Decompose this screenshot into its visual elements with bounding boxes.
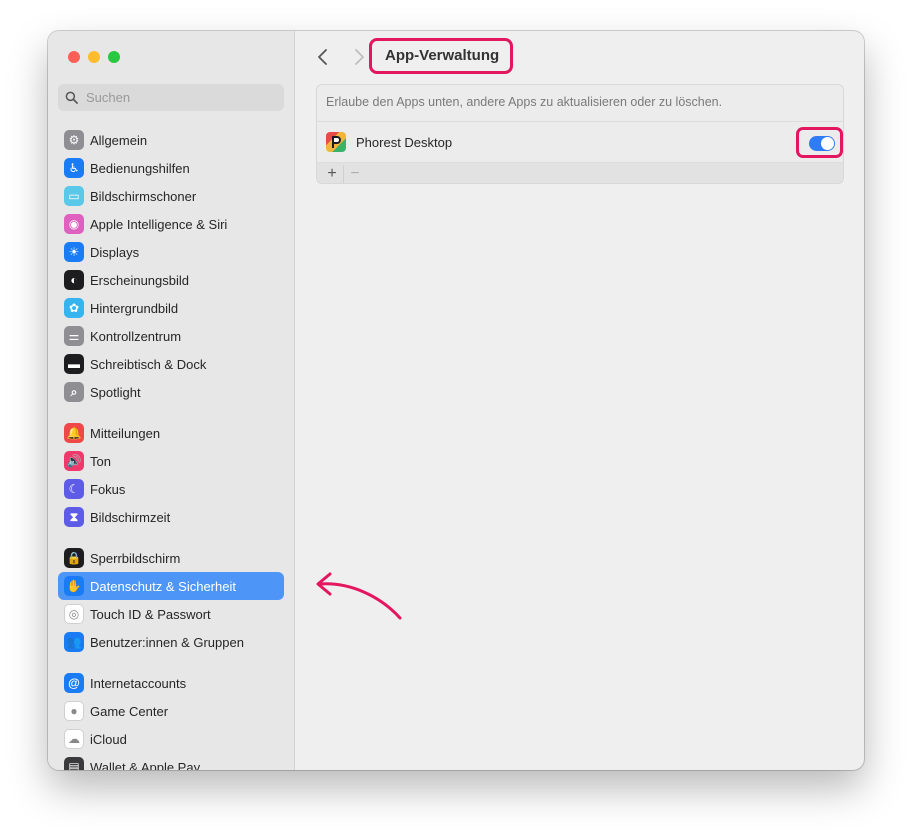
screensaver-icon: ▭	[64, 186, 84, 206]
sidebar-item[interactable]: ⚌ Kontrollzentrum	[58, 322, 284, 350]
sun-icon: ☀	[64, 242, 84, 262]
sidebar-item[interactable]: ☾ Fokus	[58, 475, 284, 503]
panel-description: Erlaube den Apps unten, andere Apps zu a…	[317, 85, 843, 122]
close-button[interactable]	[68, 51, 80, 63]
cloud-icon: ☁	[64, 729, 84, 749]
moon-icon: ☾	[64, 479, 84, 499]
flower-icon: ✿	[64, 298, 84, 318]
sidebar-item-label: Hintergrundbild	[90, 300, 179, 316]
sidebar-item-label: Game Center	[90, 703, 169, 719]
remove-button[interactable]: −	[343, 165, 366, 183]
sidebar-item-label: Spotlight	[90, 384, 141, 400]
sidebar-separator	[58, 656, 284, 669]
sidebar-item[interactable]: ⧗ Bildschirmzeit	[58, 503, 284, 531]
sidebar-item-label: Wallet & Apple Pay	[90, 759, 201, 771]
sidebar-item[interactable]: ♿ Bedienungshilfen	[58, 154, 284, 182]
sidebar-item[interactable]: ▭ Bildschirmschoner	[58, 182, 284, 210]
sidebar-item-label: Bildschirmzeit	[90, 509, 171, 525]
sidebar-item-label: Internetaccounts	[90, 675, 187, 691]
sidebar-item-label: Fokus	[90, 481, 126, 497]
accessibility-icon: ♿	[64, 158, 84, 178]
sidebar-item[interactable]: ✿ Hintergrundbild	[58, 294, 284, 322]
gear-icon: ⚙	[64, 130, 84, 150]
sidebar-separator	[58, 531, 284, 544]
sidebar-item-label: Touch ID & Passwort	[90, 606, 211, 622]
sidebar-item-label: Allgemein	[90, 132, 148, 148]
sidebar-item-label: Apple Intelligence & Siri	[90, 216, 228, 232]
switches-icon: ⚌	[64, 326, 84, 346]
sidebar-item-label: Bildschirmschoner	[90, 188, 197, 204]
search-field[interactable]	[58, 84, 284, 111]
users-icon: 👥	[64, 632, 84, 652]
sidebar-list: ⚙ Allgemein ♿ Bedienungshilfen ▭ Bildschirmsc…	[58, 126, 284, 770]
sidebar-item[interactable]: 🔔 Mitteilungen	[58, 419, 284, 447]
sidebar: ⚙ Allgemein ♿ Bedienungshilfen ▭ Bildschirmsc…	[48, 31, 295, 770]
minimize-button[interactable]	[88, 51, 100, 63]
search-icon	[65, 91, 78, 104]
appearance-icon: ◐	[64, 270, 84, 290]
wallet-icon: ▤	[64, 757, 84, 770]
page-title: App-Verwaltung	[385, 47, 500, 64]
sidebar-item[interactable]: ◐ Erscheinungsbild	[58, 266, 284, 294]
sidebar-item-label: Ton	[90, 453, 111, 469]
sidebar-item[interactable]: ☀ Displays	[58, 238, 284, 266]
window-controls	[68, 51, 120, 63]
add-button[interactable]: +	[321, 165, 343, 183]
sidebar-item-label: Benutzer:innen & Gruppen	[90, 634, 244, 650]
app-name: Phorest Desktop	[356, 134, 453, 150]
sidebar-item-label: Mitteilungen	[90, 425, 161, 441]
lock-icon: 🔒	[64, 548, 84, 568]
sidebar-item-label: iCloud	[90, 731, 127, 747]
sidebar-item[interactable]: ☁ iCloud	[58, 725, 284, 753]
add-remove-bar: + −	[317, 163, 843, 183]
at-icon: @	[64, 673, 84, 693]
search-input[interactable]	[84, 89, 268, 106]
sidebar-item-label: Kontrollzentrum	[90, 328, 182, 344]
sidebar-item-label: Datenschutz & Sicherheit	[90, 578, 236, 594]
sidebar-separator	[58, 406, 284, 419]
sidebar-item[interactable]: 🔒 Sperrbildschirm	[58, 544, 284, 572]
sidebar-item[interactable]: ⚙ Allgemein	[58, 126, 284, 154]
fingerprint-icon: ◎	[64, 604, 84, 624]
sidebar-item[interactable]: ● Game Center	[58, 697, 284, 725]
game-center-icon: ●	[64, 701, 84, 721]
sidebar-item-label: Bedienungshilfen	[90, 160, 190, 176]
sidebar-item-label: Sperrbildschirm	[90, 550, 181, 566]
sidebar-item[interactable]: ✋ Datenschutz & Sicherheit	[58, 572, 284, 600]
sidebar-item[interactable]: @ Internetaccounts	[58, 669, 284, 697]
sidebar-item[interactable]: ▤ Wallet & Apple Pay	[58, 753, 284, 770]
sidebar-item[interactable]: ◎ Touch ID & Passwort	[58, 600, 284, 628]
sidebar-item[interactable]: ⌕ Spotlight	[58, 378, 284, 406]
app-row[interactable]: Phorest Desktop	[317, 122, 843, 163]
forward-chevron-icon[interactable]	[351, 47, 367, 67]
siri-icon: ◉	[64, 214, 84, 234]
main-pane: App-Verwaltung Erlaube den Apps unten, a…	[295, 31, 864, 770]
settings-window: ⚙ Allgemein ♿ Bedienungshilfen ▭ Bildschirmsc…	[48, 31, 864, 770]
bell-icon: 🔔	[64, 423, 84, 443]
phorest-app-icon	[326, 132, 346, 152]
sidebar-item-label: Displays	[90, 244, 140, 260]
sidebar-item[interactable]: ▬ Schreibtisch & Dock	[58, 350, 284, 378]
sidebar-item[interactable]: 👥 Benutzer:innen & Gruppen	[58, 628, 284, 656]
hourglass-icon: ⧗	[64, 507, 84, 527]
sidebar-item[interactable]: 🔊 Ton	[58, 447, 284, 475]
magnifier-icon: ⌕	[64, 382, 84, 402]
sidebar-item-label: Erscheinungsbild	[90, 272, 190, 288]
back-chevron-icon[interactable]	[315, 47, 331, 67]
app-enable-toggle[interactable]	[809, 136, 835, 151]
sidebar-item[interactable]: ◉ Apple Intelligence & Siri	[58, 210, 284, 238]
annotation-arrow-icon	[316, 572, 402, 620]
app-management-panel: Erlaube den Apps unten, andere Apps zu a…	[316, 84, 844, 184]
speaker-icon: 🔊	[64, 451, 84, 471]
sidebar-item-label: Schreibtisch & Dock	[90, 356, 207, 372]
dock-icon: ▬	[64, 354, 84, 374]
zoom-button[interactable]	[108, 51, 120, 63]
hand-icon: ✋	[64, 576, 84, 596]
